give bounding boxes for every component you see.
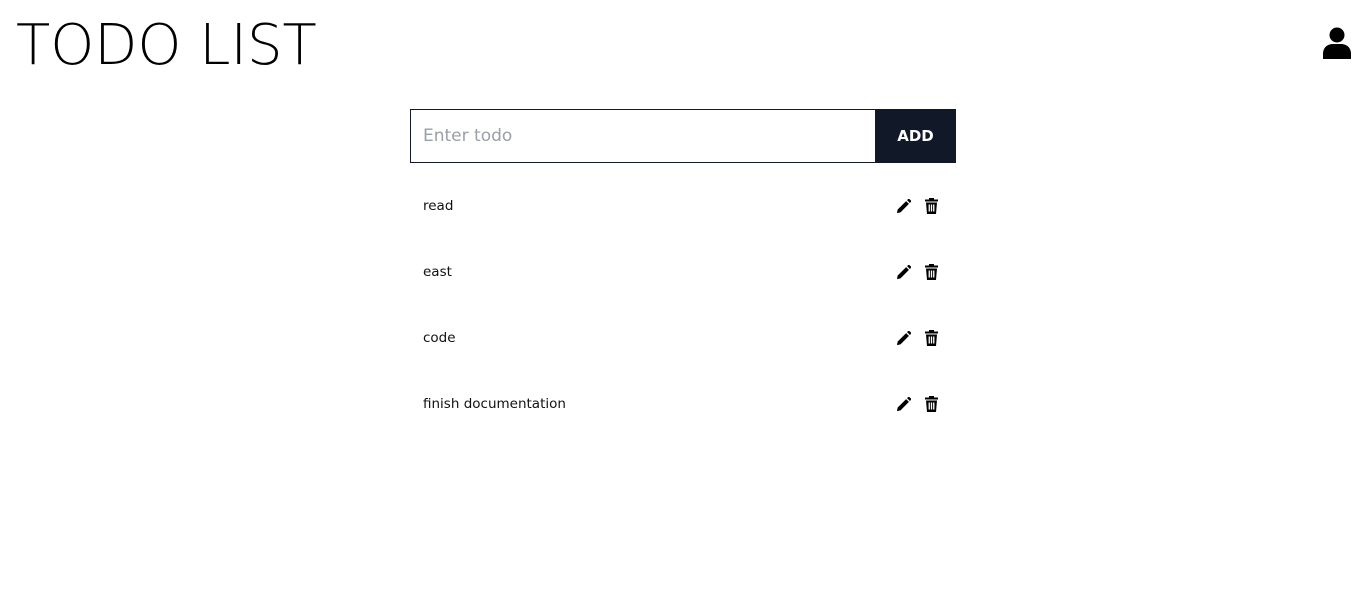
pencil-icon[interactable]	[895, 198, 911, 214]
trash-icon[interactable]	[923, 264, 939, 280]
add-button[interactable]: ADD	[875, 109, 956, 163]
todo-item: finish documentation	[410, 371, 956, 437]
todo-actions	[895, 330, 939, 346]
todo-text: east	[423, 264, 452, 280]
page-title: TODO LIST	[16, 13, 317, 78]
todo-list: read east code finish documentation	[410, 173, 956, 437]
trash-icon[interactable]	[923, 396, 939, 412]
app-root: TODO LIST ADD read east	[0, 0, 1366, 615]
todo-text: read	[423, 198, 454, 214]
user-icon	[1323, 27, 1351, 63]
todo-item: east	[410, 239, 956, 305]
todo-actions	[895, 396, 939, 412]
todo-text: finish documentation	[423, 396, 566, 412]
todo-input[interactable]	[410, 109, 875, 163]
add-todo-form: ADD	[410, 109, 956, 163]
todo-actions	[895, 264, 939, 280]
trash-icon[interactable]	[923, 198, 939, 214]
pencil-icon[interactable]	[895, 330, 911, 346]
pencil-icon[interactable]	[895, 264, 911, 280]
user-account-button[interactable]	[1322, 27, 1352, 63]
pencil-icon[interactable]	[895, 396, 911, 412]
todo-item: read	[410, 173, 956, 239]
todo-actions	[895, 198, 939, 214]
todo-text: code	[423, 330, 456, 346]
trash-icon[interactable]	[923, 330, 939, 346]
todo-item: code	[410, 305, 956, 371]
